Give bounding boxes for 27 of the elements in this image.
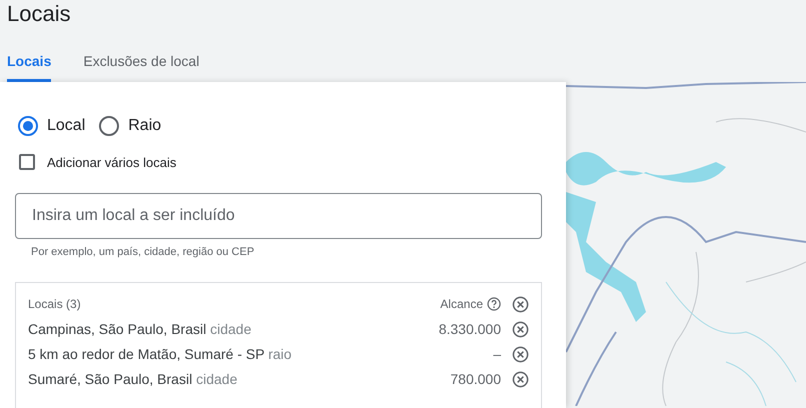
remove-button[interactable] bbox=[511, 345, 529, 363]
list-title: Locais (3) bbox=[28, 297, 82, 311]
location-name: Sumaré, São Paulo, Brasil cidade bbox=[28, 371, 238, 387]
checkbox-label: Adicionar vários locais bbox=[47, 154, 176, 170]
location-input-field[interactable]: Insira um local a ser incluído bbox=[15, 193, 542, 239]
reach-value: 8.330.000 bbox=[438, 321, 501, 337]
close-icon bbox=[512, 370, 528, 388]
close-icon bbox=[512, 296, 528, 312]
tab[interactable]: Exclusões de local bbox=[83, 48, 200, 82]
reach-value: – bbox=[493, 346, 501, 362]
radio-label: Local bbox=[47, 117, 86, 135]
close-icon bbox=[512, 346, 528, 362]
location-name: 5 km ao redor de Matão, Sumaré - SP raio bbox=[28, 346, 293, 362]
remove-all-button[interactable] bbox=[511, 295, 529, 313]
remove-button[interactable] bbox=[511, 370, 529, 388]
radio-label: Raio bbox=[128, 117, 162, 135]
checkbox[interactable] bbox=[19, 154, 35, 170]
input-hint: Por exemplo, um país, cidade, região ou CEP bbox=[31, 246, 256, 258]
reach-value: 780.000 bbox=[450, 371, 501, 387]
remove-button[interactable] bbox=[511, 320, 529, 338]
page-title: Locais bbox=[6, 0, 72, 28]
radio-button[interactable] bbox=[99, 116, 120, 136]
reach-header: Alcance bbox=[440, 297, 483, 311]
help-icon[interactable] bbox=[487, 297, 501, 311]
close-icon bbox=[512, 320, 528, 338]
radio-button[interactable] bbox=[18, 116, 38, 136]
location-name: Campinas, São Paulo, Brasil cidade bbox=[28, 321, 252, 337]
